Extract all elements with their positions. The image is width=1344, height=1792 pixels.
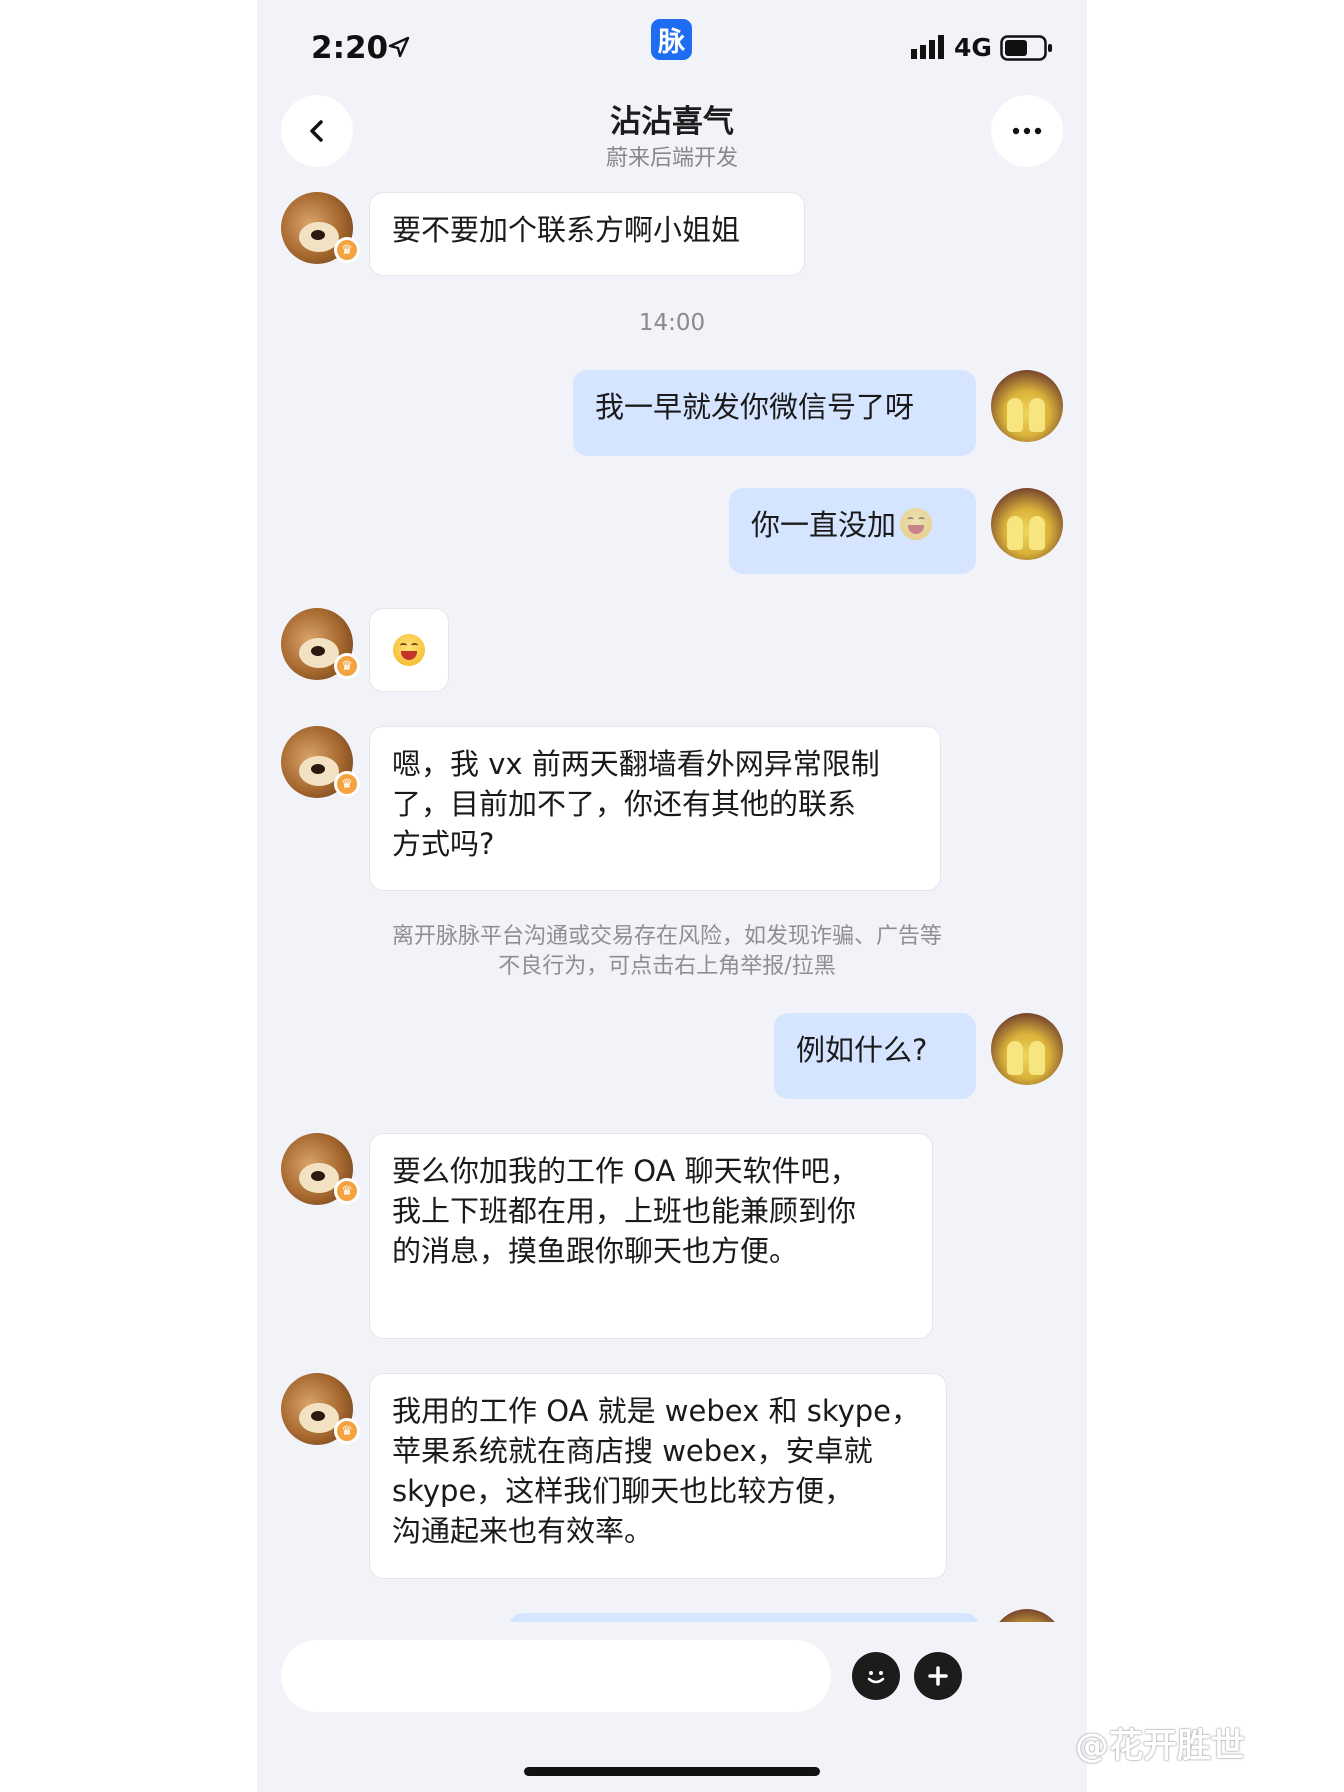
smiley-icon [867,1671,885,1684]
chat-subtitle: 蔚来后端开发 [605,146,738,171]
avatar-figure-shape [1029,516,1045,550]
crown-icon: ♛ [334,771,360,797]
message-bubble-outgoing[interactable]: 例如什么? [774,1013,976,1099]
message-bubble-incoming[interactable] [369,608,449,692]
message-bubble-incoming[interactable]: 要么你加我的工作 OA 聊天软件吧， 我上下班都在用，上班也能兼顾到你 的消息，… [369,1133,933,1339]
avatar-figure-shape [1007,398,1023,432]
message-bubble-outgoing[interactable]: 我一早就发你微信号了呀 [573,370,976,456]
home-indicator [524,1767,820,1776]
dog-nose-shape [311,1171,325,1181]
user-avatar[interactable] [991,370,1063,442]
avatar-figure-shape [1007,1041,1023,1075]
signal-icon [911,35,944,59]
dog-nose-shape [311,646,325,656]
app-badge: 脉 [651,19,692,60]
dog-nose-shape [311,764,325,774]
battery-icon [1000,35,1052,61]
crown-icon: ♛ [334,1178,360,1204]
network-label: 4G [954,33,992,62]
emoji-button[interactable] [852,1652,900,1700]
crown-icon: ♛ [334,653,360,679]
dog-nose-shape [311,1411,325,1421]
more-options-button[interactable] [991,95,1063,167]
add-attachment-button[interactable] [914,1652,962,1700]
more-dots-icon [1012,127,1042,135]
message-bubble-incoming[interactable]: 要不要加个联系方啊小姐姐 [369,192,805,276]
grin-emoji-icon [393,634,425,666]
message-text: 你一直没加 [751,508,897,542]
avatar-figure-shape [1029,398,1045,432]
watermark: @花开胜世 [1075,1726,1245,1766]
message-input[interactable] [281,1640,831,1712]
user-avatar[interactable] [991,1013,1063,1085]
grin-emoji-icon [900,508,933,540]
plus-icon [928,1666,948,1686]
message-bubble-incoming[interactable]: 我用的工作 OA 就是 webex 和 skype， 苹果系统就在商店搜 web… [369,1373,947,1579]
message-timestamp: 14:00 [638,310,706,336]
avatar-figure-shape [1029,1041,1045,1075]
risk-warning-notice: 离开脉脉平台沟通或交易存在风险，如发现诈骗、广告等 不良行为，可点击右上角举报/… [391,924,942,979]
message-bubble-incoming[interactable]: 嗯，我 vx 前两天翻墙看外网异常限制 了，目前加不了，你还有其他的联系 方式吗… [369,726,941,891]
user-avatar[interactable] [991,488,1063,560]
location-arrow-icon [388,36,410,58]
message-bubble-outgoing[interactable]: 你一直没加 [729,488,976,574]
chat-title: 沾沾喜气 [610,104,734,140]
crown-icon: ♛ [334,237,360,263]
status-time: 2:20 [311,30,389,66]
crown-icon: ♛ [334,1418,360,1444]
phone-screen: 2:20 脉 4G 沾沾喜气 蔚来后端开发 ♛ 要不要加个联系方啊小姐姐 14:… [257,0,1087,1792]
dog-nose-shape [311,230,325,240]
avatar-figure-shape [1007,516,1023,550]
